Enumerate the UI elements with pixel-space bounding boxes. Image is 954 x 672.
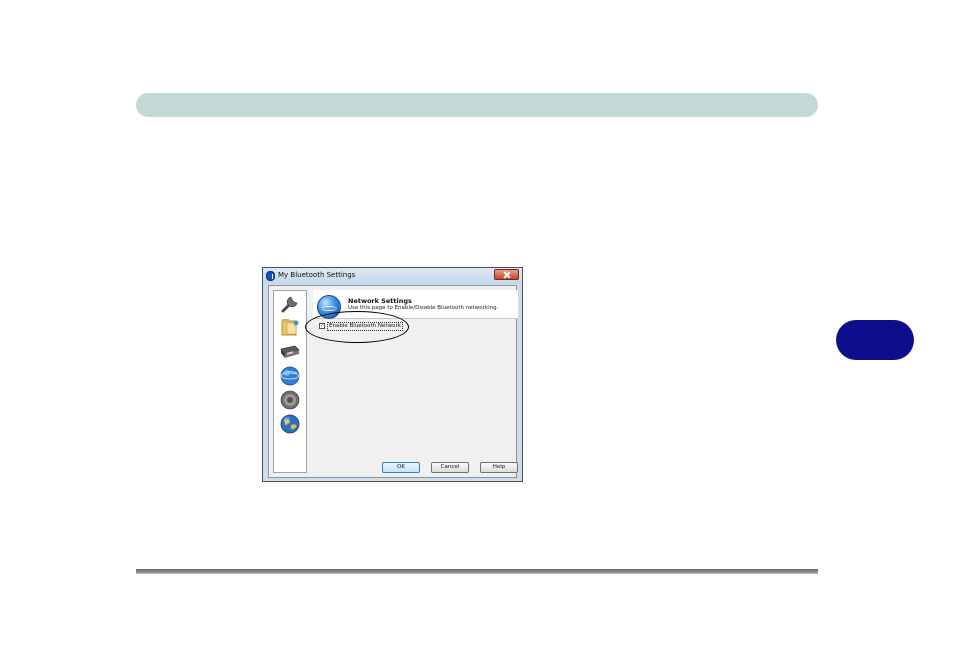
folder-icon[interactable] [279, 317, 301, 337]
close-button[interactable] [494, 269, 519, 280]
panel-title: Network Settings [348, 297, 412, 305]
dialog-titlebar: My Bluetooth Settings [263, 268, 522, 284]
page-footer-rule [136, 569, 818, 574]
bluetooth-icon [266, 271, 275, 281]
device-icon[interactable] [279, 341, 301, 361]
chapter-tab [836, 320, 914, 360]
bluetooth-settings-dialog: My Bluetooth Settings Network Settings U… [262, 267, 523, 482]
panel-description: Use this page to Enable/Disable Bluetoot… [348, 305, 499, 311]
cancel-button[interactable]: Cancel [431, 462, 469, 473]
dialog-client-area: Network Settings Use this page to Enable… [268, 285, 518, 478]
dialog-title: My Bluetooth Settings [278, 271, 356, 279]
ok-button[interactable]: OK [382, 462, 420, 473]
network-globe-icon[interactable] [279, 366, 301, 386]
help-button[interactable]: Help [480, 462, 518, 473]
speaker-icon[interactable] [279, 390, 301, 410]
earth-globe-icon[interactable] [279, 414, 301, 434]
page-header-bar [136, 93, 818, 117]
wrench-icon[interactable] [279, 294, 301, 314]
settings-sidebar [273, 290, 307, 473]
highlight-ellipse [305, 311, 409, 343]
